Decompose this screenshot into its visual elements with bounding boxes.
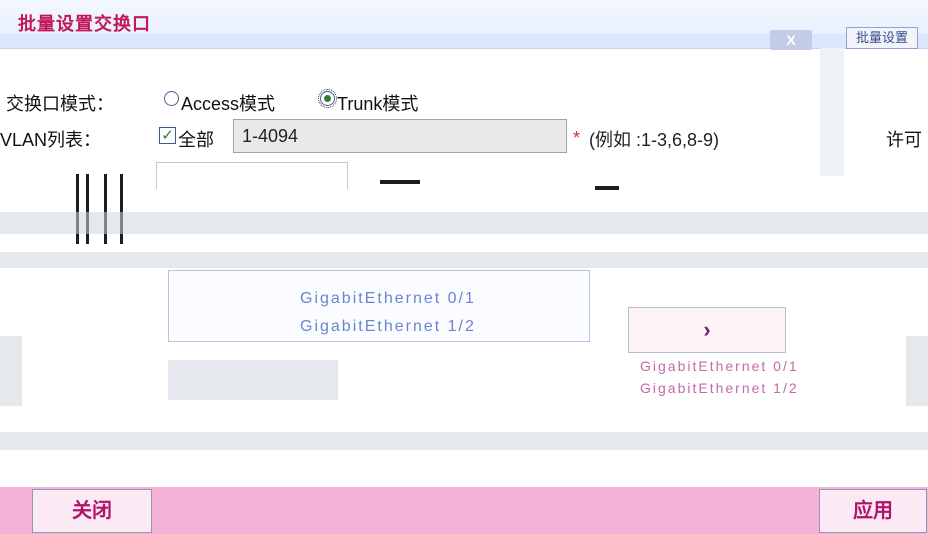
selected-port-item: GigabitEthernet 1/2 — [640, 380, 799, 396]
faded-block — [168, 360, 338, 400]
glitch-block — [380, 180, 420, 184]
allowed-label: 许可 — [886, 130, 922, 150]
faded-left — [0, 336, 22, 406]
all-vlan-checkbox[interactable]: ✓ — [159, 127, 176, 144]
trunk-mode-label[interactable]: Trunk模式 — [337, 90, 418, 116]
faded-right — [906, 336, 928, 406]
vlan-hint: (例如 :1-3,6,8-9) — [589, 130, 720, 150]
right-tab[interactable]: 批量设置 — [846, 27, 918, 49]
move-right-button[interactable]: › — [628, 307, 786, 353]
vlan-list-label: VLAN列表： — [0, 126, 101, 152]
selected-port-item: GigabitEthernet 0/1 — [640, 358, 799, 374]
glitch-block — [595, 186, 619, 190]
vlan-list-label-text: VLAN列表： — [0, 130, 102, 150]
side-strip — [820, 48, 844, 176]
faded-band — [0, 432, 928, 450]
faded-band — [0, 212, 928, 234]
access-mode-label[interactable]: Access模式 — [181, 90, 275, 116]
required-mark: * — [573, 128, 581, 148]
port-mode-label: 交换口模式： — [6, 94, 114, 114]
close-button[interactable]: X — [770, 30, 812, 50]
all-vlan-label[interactable]: 全部 — [178, 126, 214, 152]
dialog-title: 批量设置交换口 — [18, 14, 151, 34]
apply-button[interactable]: 应用 — [819, 489, 927, 533]
access-mode-radio[interactable] — [164, 91, 179, 106]
port-list-item[interactable]: GigabitEthernet 1/2 — [300, 318, 476, 336]
close-dialog-button[interactable]: 关闭 — [32, 489, 152, 533]
ports-panel-header — [156, 162, 348, 189]
trunk-mode-radio[interactable] — [318, 89, 337, 108]
port-list-item[interactable]: GigabitEthernet 0/1 — [300, 290, 476, 308]
vlan-list-input[interactable] — [233, 119, 567, 153]
faded-band — [0, 252, 928, 268]
